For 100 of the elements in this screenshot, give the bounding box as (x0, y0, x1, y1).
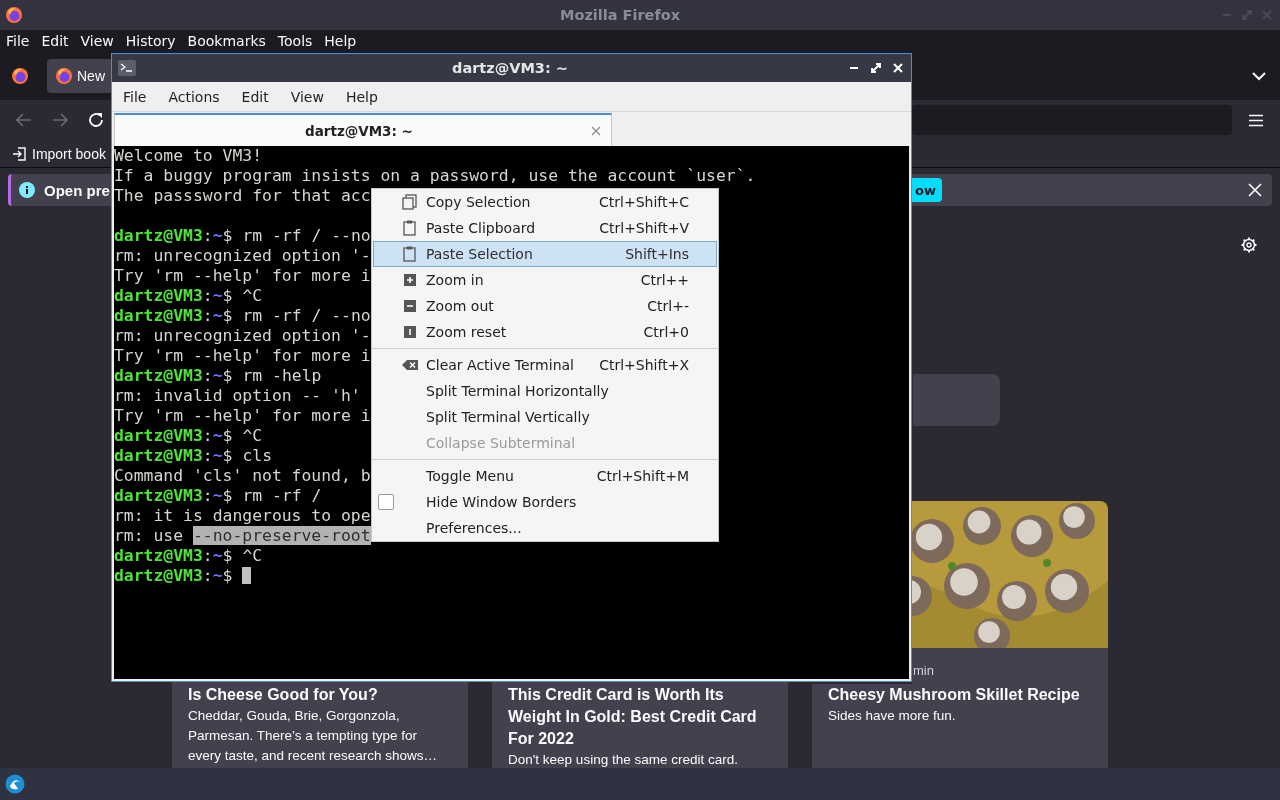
clipboard-icon (402, 246, 418, 262)
reset-icon (402, 324, 418, 340)
back-icon[interactable] (16, 113, 32, 127)
prompt-separator: : (202, 566, 213, 585)
prompt-separator: : (202, 486, 213, 505)
card-description: Sides have more fun. (828, 707, 957, 725)
card-title: Cheesy Mushroom Skillet Recipe (828, 685, 1081, 705)
menu-item[interactable]: Hide Window Borders (373, 489, 717, 515)
prompt-path: ~ (212, 566, 223, 585)
chevron-down-icon[interactable] (1252, 71, 1266, 81)
menu-item[interactable]: Preferences... (373, 515, 717, 541)
prompt-host: dartz@VM3 (114, 566, 203, 585)
browser-tab[interactable]: New (47, 59, 111, 93)
menu-item[interactable]: Actions (157, 88, 231, 105)
prompt-host: dartz@VM3 (114, 546, 203, 565)
prompt-symbol: $ (222, 306, 233, 325)
window-title: dartz@VM3: ~ (452, 60, 568, 76)
prompt-symbol: $ (222, 446, 233, 465)
terminal-output: rm: unrecognized option '- (114, 246, 371, 265)
prompt-symbol: $ (222, 426, 233, 445)
notification-text: Open pre (44, 181, 110, 199)
menu-item[interactable]: Split Terminal Vertically (373, 404, 717, 430)
terminal-output: rm: it is dangerous to ope (114, 506, 371, 525)
prompt-path: ~ (212, 226, 223, 245)
command-text: ^C (241, 426, 263, 445)
info-icon (19, 182, 35, 198)
prompt-host: dartz@VM3 (114, 486, 203, 505)
menu-item[interactable]: Zoom in Ctrl++ (373, 267, 717, 293)
prompt-path: ~ (212, 446, 223, 465)
backspace-icon (402, 357, 418, 373)
settings-icon[interactable] (1241, 237, 1257, 253)
menu-item[interactable]: Edit (230, 88, 280, 105)
menu-item[interactable]: Bookmarks (187, 33, 266, 49)
import-icon (12, 146, 26, 161)
terminal-output: Try 'rm --help' for more i (114, 346, 371, 365)
prompt-symbol: $ (222, 546, 233, 565)
copy-icon (402, 194, 418, 210)
checkbox[interactable] (378, 494, 394, 510)
menu-item[interactable]: Paste Clipboard Ctrl+Shift+V (373, 215, 717, 241)
prompt-host: dartz@VM3 (114, 366, 203, 385)
menu-item[interactable]: Toggle Menu Ctrl+Shift+M (373, 463, 717, 489)
terminal-output: rm: invalid option -- 'h' (114, 386, 361, 405)
menu-icon[interactable] (1248, 113, 1264, 127)
prompt-symbol: $ (222, 286, 233, 305)
reload-icon[interactable] (88, 112, 104, 128)
menu-item[interactable]: Help (334, 88, 389, 105)
terminal-output: If a buggy program insists on a password, use the account `user`. (114, 166, 756, 185)
menu-item[interactable]: File (112, 88, 158, 105)
prompt-path: ~ (212, 306, 223, 325)
prompt-separator: : (202, 546, 213, 565)
terminal-tab[interactable]: dartz@VM3: ~ (114, 113, 612, 146)
start-menu-icon[interactable] (5, 774, 25, 794)
bookmark-item[interactable]: Import book (12, 145, 106, 162)
terminal-output: Try 'rm --help' for more i (114, 406, 371, 425)
menu-item[interactable]: Zoom out Ctrl+- (373, 293, 717, 319)
address-field[interactable] (912, 105, 1232, 135)
story-card[interactable]: Cheesy Mushroom Skillet Recipe Sides have more fun. (812, 684, 1108, 770)
prompt-host: dartz@VM3 (114, 446, 203, 465)
minus-icon (402, 298, 418, 314)
prompt-symbol: $ (222, 226, 233, 245)
prompt-symbol: $ (222, 566, 233, 585)
forward-icon[interactable] (52, 113, 68, 127)
prompt-host: dartz@VM3 (114, 426, 203, 445)
menu-item[interactable]: Copy Selection Ctrl+Shift+C (373, 189, 717, 215)
menu-item[interactable]: Tools (277, 33, 313, 49)
menu-item[interactable]: Edit (41, 33, 69, 49)
prompt-separator: : (202, 306, 213, 325)
menu-item[interactable]: Zoom reset Ctrl+0 (373, 319, 717, 345)
terminal-output: Welcome to VM3! (114, 146, 263, 165)
menu-item[interactable]: Clear Active Terminal Ctrl+Shift+X (373, 352, 717, 378)
menu-item[interactable]: Split Terminal Horizontally (373, 378, 717, 404)
prompt-path: ~ (212, 486, 223, 505)
menu-item[interactable]: History (125, 33, 176, 49)
menu-item[interactable]: File (6, 33, 30, 49)
terminal-output: Command 'cls' not found, b (114, 466, 371, 485)
prompt-symbol: $ (222, 486, 233, 505)
prompt-host: dartz@VM3 (114, 226, 203, 245)
terminal-icon (118, 60, 136, 76)
clipboard-icon (402, 220, 418, 236)
prompt-separator: : (202, 286, 213, 305)
card-description: Don't keep using the same credit card. (508, 751, 739, 769)
card-description: Cheddar, Gouda, Brie, Gorgonzola, Parmesan. There’s a tempting type for every taste, and recent research shows… (188, 707, 439, 765)
menu-item[interactable]: Paste Selection Shift+Ins (373, 241, 717, 267)
command-text: ^C (241, 286, 263, 305)
terminal-output: rm: unrecognized option '- (114, 326, 371, 345)
prompt-host: dartz@VM3 (114, 286, 203, 305)
prompt-path: ~ (212, 546, 223, 565)
command-text: rm -help (241, 366, 322, 385)
menu-item[interactable]: Help (324, 33, 357, 49)
menu-item[interactable]: View (80, 33, 114, 49)
plus-icon (402, 272, 418, 288)
command-text: rm -rf / --no (241, 306, 371, 325)
prompt-path: ~ (212, 286, 223, 305)
terminal-output: Try 'rm --help' for more i (114, 266, 371, 285)
prompt-separator: : (202, 426, 213, 445)
prompt-path: ~ (212, 366, 223, 385)
menu-item[interactable]: View (279, 88, 335, 105)
prompt-separator: : (202, 446, 213, 465)
firefox-logo-icon[interactable] (11, 67, 29, 85)
terminal-output: The passsword for that acc (114, 186, 371, 205)
